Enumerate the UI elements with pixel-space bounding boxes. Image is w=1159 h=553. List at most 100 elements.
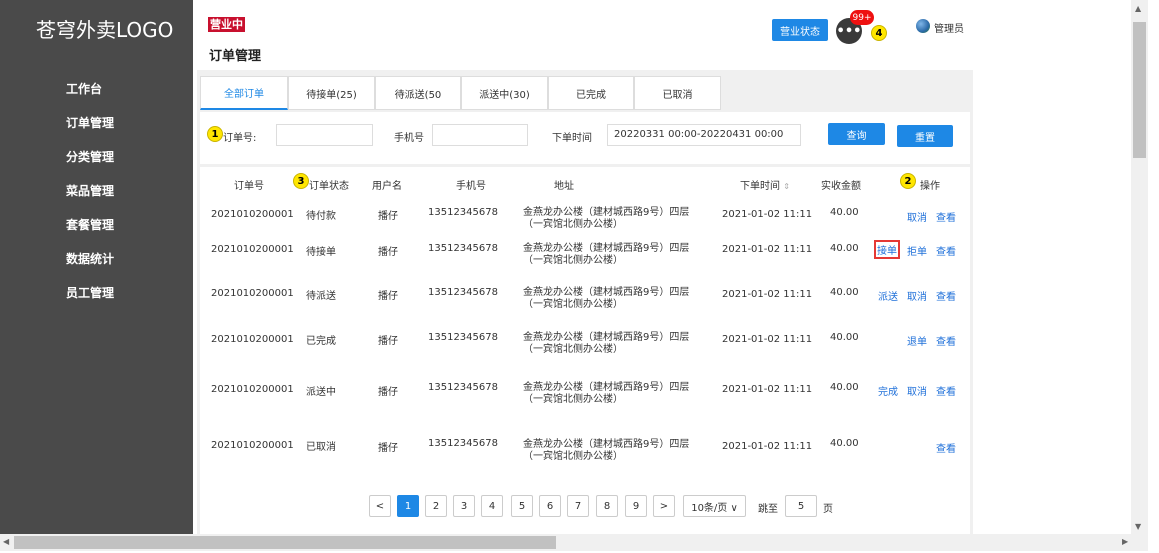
page-title: 订单管理 — [209, 49, 262, 64]
cell-order-time: 2021-01-02 11:11 — [722, 384, 813, 395]
cell-phone: 13512345678 — [428, 243, 498, 254]
cell-amount: 40.00 — [830, 207, 859, 218]
page-button-8[interactable]: 8 — [596, 495, 618, 517]
cell-amount: 40.00 — [830, 438, 859, 449]
annotation-marker-4: 4 — [871, 25, 887, 41]
admin-name[interactable]: 管理员 — [934, 20, 964, 35]
tab-cancelled[interactable]: 已取消 — [634, 76, 721, 110]
page-button-4[interactable]: 4 — [481, 495, 503, 517]
tab-delivering[interactable]: 派送中(30) — [461, 76, 548, 110]
sidebar-item-dishes[interactable]: 菜品管理 — [66, 182, 114, 199]
annotation-marker-3: 3 — [293, 173, 309, 189]
cancel-link[interactable]: 取消 — [907, 288, 927, 303]
view-link[interactable]: 查看 — [936, 288, 956, 303]
address-line-1: 金燕龙办公楼（建材城西路9号）四层 — [523, 243, 690, 254]
header-username: 用户名 — [372, 181, 402, 192]
cancel-link[interactable]: 取消 — [907, 209, 927, 224]
sidebar-item-setmeals[interactable]: 套餐管理 — [66, 216, 114, 233]
page-button-7[interactable]: 7 — [567, 495, 589, 517]
view-link[interactable]: 查看 — [936, 383, 956, 398]
refund-link[interactable]: 退单 — [907, 333, 927, 348]
scroll-down-arrow-icon[interactable]: ▼ — [1135, 522, 1141, 531]
view-link[interactable]: 查看 — [936, 440, 956, 455]
prev-page-button[interactable]: < — [369, 495, 391, 517]
cell-status: 已完成 — [306, 336, 336, 347]
cell-username: 播仔 — [378, 211, 398, 222]
tab-pending-accept[interactable]: 待接单(25) — [288, 76, 375, 110]
cell-username: 播仔 — [378, 336, 398, 347]
avatar[interactable] — [916, 19, 930, 33]
cell-status: 待付款 — [306, 211, 336, 222]
sort-icon[interactable]: ⇕ — [783, 182, 790, 191]
cell-username: 播仔 — [378, 443, 398, 454]
view-link[interactable]: 查看 — [936, 333, 956, 348]
address-line-1: 金燕龙办公楼（建材城西路9号）四层 — [523, 207, 690, 218]
sidebar-item-orders[interactable]: 订单管理 — [66, 114, 114, 131]
scroll-right-arrow-icon[interactable]: ▶ — [1122, 537, 1128, 546]
complete-link[interactable]: 完成 — [878, 383, 898, 398]
logo: 苍穹外卖LOGO — [36, 18, 174, 42]
scroll-up-arrow-icon[interactable]: ▲ — [1135, 4, 1141, 13]
dispatch-link[interactable]: 派送 — [878, 288, 898, 303]
cell-status: 待派送 — [306, 291, 336, 302]
header-amount: 实收金额 — [821, 181, 861, 192]
cell-order-no: 2021010200001 — [211, 440, 294, 451]
cell-order-time: 2021-01-02 11:11 — [722, 334, 813, 345]
accept-order-link[interactable]: 接单 — [874, 240, 900, 259]
sidebar-item-categories[interactable]: 分类管理 — [66, 148, 114, 165]
page-button-6[interactable]: 6 — [539, 495, 561, 517]
view-link[interactable]: 查看 — [936, 209, 956, 224]
search-button[interactable]: 查询 — [828, 123, 885, 145]
business-status-button[interactable]: 营业状态 — [772, 19, 828, 41]
address-line-2: （一宾馆北侧办公楼） — [523, 451, 623, 462]
sidebar-item-statistics[interactable]: 数据统计 — [66, 250, 114, 267]
cell-order-no: 2021010200001 — [211, 209, 294, 220]
header-order-status: 订单状态 — [309, 181, 349, 192]
sidebar-item-dashboard[interactable]: 工作台 — [66, 80, 102, 97]
cell-phone: 13512345678 — [428, 332, 498, 343]
cell-amount: 40.00 — [830, 243, 859, 254]
jump-page-input[interactable]: 5 — [785, 495, 817, 517]
address-line-2: （一宾馆北侧办公楼） — [523, 219, 623, 230]
header-order-no: 订单号 — [234, 181, 264, 192]
annotation-marker-1: 1 — [207, 126, 223, 142]
tab-completed[interactable]: 已完成 — [548, 76, 634, 110]
header-order-time[interactable]: 下单时间 ⇕ — [740, 177, 790, 192]
order-no-label: 订单号: — [223, 133, 257, 144]
page-button-5[interactable]: 5 — [511, 495, 533, 517]
page-button-9[interactable]: 9 — [625, 495, 647, 517]
cell-order-no: 2021010200001 — [211, 384, 294, 395]
tab-all-orders[interactable]: 全部订单 — [200, 76, 288, 110]
cell-order-time: 2021-01-02 11:11 — [722, 209, 813, 220]
cell-address: 金燕龙办公楼（建材城西路9号）四层 （一宾馆北侧办公楼） — [523, 207, 689, 231]
tab-pending-delivery[interactable]: 待派送(50 — [375, 76, 461, 110]
order-time-label: 下单时间 — [552, 133, 592, 144]
message-count-badge: 99+ — [850, 10, 874, 25]
page-button-2[interactable]: 2 — [425, 495, 447, 517]
reject-order-link[interactable]: 拒单 — [907, 243, 927, 258]
cell-username: 播仔 — [378, 247, 398, 258]
status-badge: 营业中 — [208, 17, 245, 32]
cell-status: 派送中 — [306, 387, 336, 398]
page-size-select[interactable]: 10条/页 ∨ — [683, 495, 746, 517]
order-time-range-input[interactable]: 20220331 00:00-20220431 00:00 — [607, 124, 801, 146]
page-button-3[interactable]: 3 — [453, 495, 475, 517]
cell-amount: 40.00 — [830, 332, 859, 343]
cell-address: 金燕龙办公楼（建材城西路9号）四层 （一宾馆北侧办公楼） — [523, 332, 689, 356]
horizontal-scrollbar-thumb[interactable] — [14, 536, 556, 549]
annotation-marker-2: 2 — [900, 173, 916, 189]
address-line-1: 金燕龙办公楼（建材城西路9号）四层 — [523, 382, 690, 393]
sidebar-item-employees[interactable]: 员工管理 — [66, 284, 114, 301]
next-page-button[interactable]: > — [653, 495, 675, 517]
reset-button[interactable]: 重置 — [897, 125, 953, 147]
scroll-left-arrow-icon[interactable]: ◀ — [3, 537, 9, 546]
view-link[interactable]: 查看 — [936, 243, 956, 258]
phone-input[interactable] — [432, 124, 528, 146]
address-line-2: （一宾馆北侧办公楼） — [523, 394, 623, 405]
cancel-link[interactable]: 取消 — [907, 383, 927, 398]
page-button-1[interactable]: 1 — [397, 495, 419, 517]
cell-order-time: 2021-01-02 11:11 — [722, 244, 813, 255]
order-no-input[interactable] — [276, 124, 373, 146]
vertical-scrollbar-thumb[interactable] — [1133, 22, 1146, 158]
cell-username: 播仔 — [378, 291, 398, 302]
